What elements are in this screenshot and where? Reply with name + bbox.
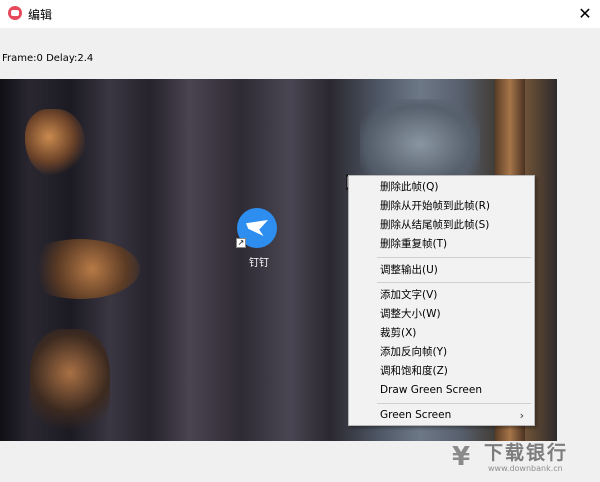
menu-separator (377, 282, 531, 283)
window-title: 编辑 (28, 8, 53, 22)
shortcut-arrow-icon: ↗ (236, 238, 246, 248)
watermark: ¥ 下载银行 www.downbank.cn (452, 436, 598, 480)
background-ornament (20, 239, 140, 299)
desktop-shortcut-label: 钉钉 (249, 258, 269, 269)
menu-item-saturation[interactable]: 调和饱和度(Z) (349, 362, 534, 381)
menu-item-green-screen[interactable]: Green Screen › (349, 406, 534, 425)
menu-item-draw-green-screen[interactable]: Draw Green Screen (349, 381, 534, 400)
watermark-domain: www.downbank.cn (488, 464, 563, 473)
background-ornament (25, 109, 85, 179)
close-button[interactable]: ✕ (570, 0, 600, 28)
menu-item-adjust-output[interactable]: 调整输出(U) (349, 261, 534, 280)
title-bar: 编辑 ✕ (0, 0, 600, 28)
app-logo-icon (8, 6, 22, 20)
menu-item-add-reverse[interactable]: 添加反向帧(Y) (349, 343, 534, 362)
context-menu: 删除此帧(Q) 删除从开始帧到此帧(R) 删除从结尾帧到此帧(S) 删除重复帧(… (348, 175, 535, 426)
watermark-logo-icon: ¥ (452, 442, 471, 472)
chevron-right-icon: › (519, 409, 524, 422)
menu-item-green-screen-label: Green Screen (380, 409, 452, 421)
menu-item-add-text[interactable]: 添加文字(V) (349, 286, 534, 305)
frame-status: Frame:0 Delay:2.4 (2, 53, 94, 64)
background-ornament (30, 329, 110, 439)
menu-item-delete-from-start[interactable]: 删除从开始帧到此帧(R) (349, 197, 534, 216)
menu-separator (377, 403, 531, 404)
menu-item-delete-duplicates[interactable]: 删除重复帧(T) (349, 235, 534, 254)
menu-separator (377, 257, 531, 258)
watermark-text: 下载银行 (484, 442, 569, 464)
menu-item-crop[interactable]: 裁剪(X) (349, 324, 534, 343)
menu-item-delete-from-end[interactable]: 删除从结尾帧到此帧(S) (349, 216, 534, 235)
menu-item-delete-frame[interactable]: 删除此帧(Q) (349, 178, 534, 197)
menu-item-resize[interactable]: 调整大小(W) (349, 305, 534, 324)
desktop-shortcut[interactable]: ↗ 钉钉 (232, 208, 286, 272)
